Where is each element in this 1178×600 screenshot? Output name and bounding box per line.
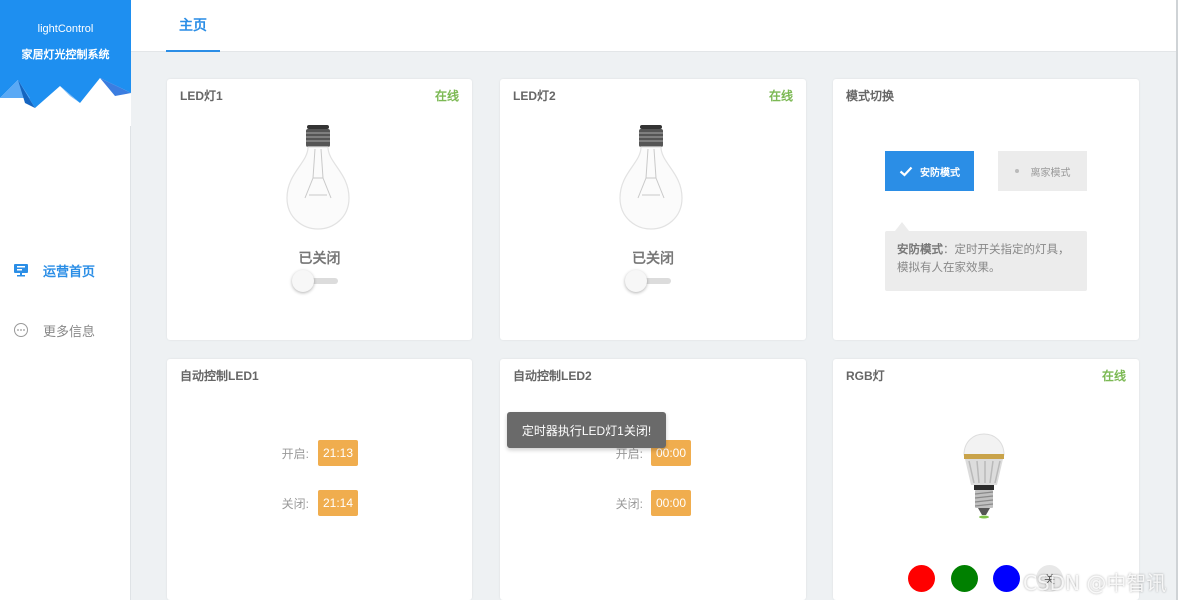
card-title: 自动控制LED1	[180, 369, 259, 383]
led1-card: LED灯1 在线 已关闭	[167, 79, 472, 340]
auto-led1-card: 自动控制LED1 开启: 21:13 关闭: 21:14	[167, 359, 472, 600]
monitor-icon	[13, 262, 29, 278]
lamp-state-label: 已关闭	[298, 250, 341, 266]
dot-icon	[1014, 169, 1019, 173]
rgb-light-card: RGB灯 在线 关	[833, 359, 1139, 600]
sidebar: lightControl 家居灯光控制系统 运营首页 更多信息	[0, 0, 131, 600]
app-name: lightControl	[37, 23, 94, 35]
guard-mode-label: 安防模式	[920, 167, 960, 179]
close-time-field[interactable]: 00:00	[651, 490, 691, 516]
led1-toggle[interactable]	[292, 270, 340, 292]
color-blue-button[interactable]	[993, 565, 1020, 592]
tip-title: 安防模式	[897, 244, 943, 256]
close-label: 关闭:	[281, 496, 309, 511]
app-subtitle: 家居灯光控制系统	[21, 49, 110, 61]
toggle-knob[interactable]	[625, 270, 647, 292]
close-time-field[interactable]: 21:14	[318, 490, 358, 516]
sidebar-item-more-info[interactable]: 更多信息	[0, 318, 131, 342]
mode-switch-card: 模式切换 安防模式 离家模式 安防模式：定时开关指定的灯具，模拟有人在家效果。	[833, 79, 1139, 340]
bulb-off-icon	[286, 125, 350, 230]
status-badge: 在线	[1101, 369, 1126, 383]
guard-mode-button[interactable]: 安防模式	[885, 151, 974, 191]
card-title: 自动控制LED2	[513, 369, 592, 383]
sidebar-item-label: 运营首页	[43, 263, 96, 279]
sidebar-item-label: 更多信息	[43, 323, 96, 339]
card-title: RGB灯	[846, 369, 885, 383]
open-time-field[interactable]: 21:13	[318, 440, 358, 466]
close-time-row: 关闭: 00:00	[500, 490, 806, 516]
top-bar: 主页	[131, 0, 1176, 52]
brand-decoration	[0, 78, 131, 126]
color-green-button[interactable]	[951, 565, 978, 592]
lamp-state-label: 已关闭	[632, 250, 674, 266]
color-red-button[interactable]	[908, 565, 935, 592]
close-time-row: 关闭: 21:14	[167, 490, 472, 516]
away-mode-button[interactable]: 离家模式	[998, 151, 1087, 191]
led2-toggle[interactable]	[625, 270, 673, 292]
away-mode-label: 离家模式	[1030, 167, 1071, 179]
auto-led2-card: 自动控制LED2 开启: 00:00 关闭: 00:00	[500, 359, 806, 600]
led-bulb-icon	[963, 433, 1005, 519]
card-title: LED灯1	[180, 89, 223, 103]
tab-home[interactable]: 主页	[166, 0, 220, 52]
toast-notification: 定时器执行LED灯1关闭!	[507, 412, 666, 448]
bulb-off-icon	[619, 125, 683, 230]
check-icon	[899, 166, 913, 177]
watermark: CSDN @中智讯	[1023, 571, 1167, 595]
open-label: 开启:	[281, 446, 309, 461]
more-circle-icon	[13, 322, 29, 338]
toggle-knob[interactable]	[292, 270, 314, 292]
status-badge: 在线	[768, 89, 793, 103]
close-label: 关闭:	[615, 496, 643, 511]
status-badge: 在线	[434, 89, 459, 103]
card-title: LED灯2	[513, 89, 556, 103]
tip-separator: ：	[943, 244, 955, 256]
mode-description-tooltip: 安防模式：定时开关指定的灯具，模拟有人在家效果。	[885, 222, 1087, 291]
brand-header: lightControl 家居灯光控制系统	[0, 0, 131, 126]
open-time-row: 开启: 21:13	[167, 440, 472, 466]
led2-card: LED灯2 在线 已关闭	[500, 79, 806, 340]
sidebar-item-home[interactable]: 运营首页	[0, 258, 131, 282]
card-title: 模式切换	[846, 89, 895, 103]
